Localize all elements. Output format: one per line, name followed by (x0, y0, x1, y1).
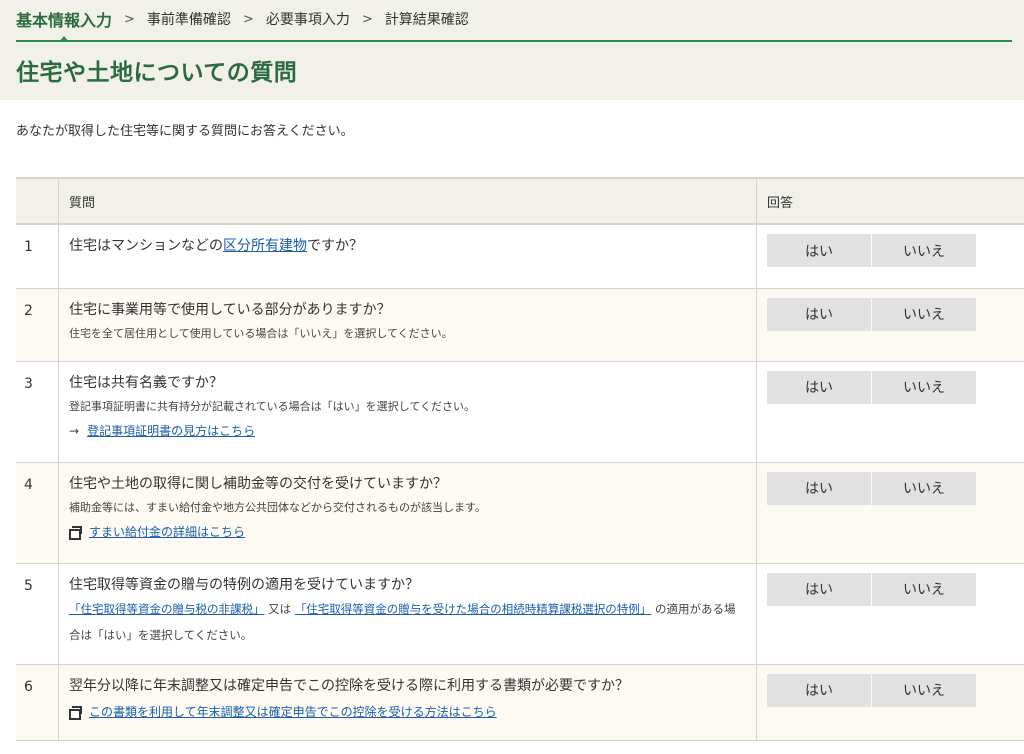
question-text: 翌年分以降に年末調整又は確定申告でこの控除を受ける際に利用する書類が必要ですか？ (69, 677, 629, 694)
question-row-1: 1 住宅はマンションなどの区分所有建物ですか？ はい いいえ (16, 223, 1024, 289)
question-cell: 住宅はマンションなどの区分所有建物ですか？ (58, 223, 757, 289)
question-text: 住宅はマンションなどの区分所有建物ですか？ (69, 238, 363, 254)
answer-cell: はい いいえ (756, 461, 1024, 564)
question-cell: 住宅に事業用等で使用している部分がありますか？ 住宅を全て居住用として使用してい… (58, 287, 757, 362)
question-cell: 住宅や土地の取得に関し補助金等の交付を受けていますか？ 補助金等には、すまい給付… (58, 461, 757, 564)
answer-cell: はい いいえ (756, 360, 1024, 463)
table-header-row: 質問 回答 (16, 177, 1024, 225)
certificate-guide-link[interactable]: 登記事項証明書の見方はこちら (87, 422, 255, 440)
year-end-adjustment-link[interactable]: この書類を利用して年末調整又は確定申告でこの控除を受ける方法はこちら (89, 703, 497, 721)
header-divider (16, 40, 1012, 42)
help-link-line: すまい給付金の詳細はこちら (69, 523, 746, 541)
answer-cell: はい いいえ (756, 223, 1024, 289)
question-text: 住宅は共有名義ですか？ (69, 374, 223, 391)
no-button[interactable]: いいえ (872, 673, 976, 707)
step-result: 計算結果確認 (384, 12, 469, 28)
question-note: 補助金等には、すまい給付金や地方公共団体などから交付されるものが該当します。 (69, 500, 486, 514)
answer-cell: はい いいえ (756, 287, 1024, 362)
chevron-right-icon: > (242, 11, 254, 27)
question-text: 住宅や土地の取得に関し補助金等の交付を受けていますか？ (69, 475, 447, 492)
help-link-line: この書類を利用して年末調整又は確定申告でこの控除を受ける方法はこちら (69, 703, 746, 721)
row-number: 1 (16, 223, 59, 289)
row-number: 4 (16, 461, 59, 564)
answer-cell: はい いいえ (756, 663, 1024, 741)
condominium-link[interactable]: 区分所有建物 (223, 238, 307, 254)
header-question: 質問 (58, 177, 757, 225)
gift-tax-exemption-link[interactable]: 「住宅取得等資金の贈与税の非課税」 (69, 602, 265, 616)
yes-button[interactable]: はい (767, 297, 871, 331)
row-number: 2 (16, 287, 59, 362)
question-table: 質問 回答 1 住宅はマンションなどの区分所有建物ですか？ はい いいえ 2 住… (16, 177, 1024, 741)
yes-button[interactable]: はい (767, 471, 871, 505)
page-header: 基本情報入力 > 事前準備確認 > 必要事項入力 > 計算結果確認 住宅や土地に… (0, 0, 1024, 100)
yes-button[interactable]: はい (767, 572, 871, 606)
intro-text: あなたが取得した住宅等に関する質問にお答えください。 (16, 124, 354, 139)
no-button[interactable]: いいえ (872, 572, 976, 606)
question-row-2: 2 住宅に事業用等で使用している部分がありますか？ 住宅を全て居住用として使用し… (16, 287, 1024, 362)
no-button[interactable]: いいえ (872, 370, 976, 404)
step-required-input: 必要事項入力 (265, 12, 350, 28)
chevron-right-icon: > (124, 11, 135, 27)
row-number: 5 (16, 562, 59, 665)
yes-button[interactable]: はい (767, 234, 871, 267)
external-window-icon (69, 705, 82, 720)
chevron-right-icon: > (361, 11, 373, 27)
question-row-3: 3 住宅は共有名義ですか？ 登記事項証明書に共有持分が記載されている場合は「はい… (16, 360, 1024, 463)
question-row-4: 4 住宅や土地の取得に関し補助金等の交付を受けていますか？ 補助金等には、すまい… (16, 461, 1024, 564)
page-title: 住宅や土地についての質問 (16, 60, 298, 86)
header-answer: 回答 (756, 177, 1024, 225)
subsidy-detail-link[interactable]: すまい給付金の詳細はこちら (89, 523, 245, 541)
question-cell: 翌年分以降に年末調整又は確定申告でこの控除を受ける際に利用する書類が必要ですか？… (58, 663, 757, 741)
question-note: 「住宅取得等資金の贈与税の非課税」 又は 「住宅取得等資金の贈与を受けた場合の相… (69, 601, 736, 642)
question-cell: 住宅は共有名義ですか？ 登記事項証明書に共有持分が記載されている場合は「はい」を… (58, 360, 757, 463)
step-preparation: 事前準備確認 (146, 12, 231, 28)
question-note: 住宅を全て居住用として使用している場合は「いいえ」を選択してください。 (69, 326, 453, 340)
external-window-icon (69, 525, 82, 540)
yes-button[interactable]: はい (767, 370, 871, 404)
step-breadcrumb: 基本情報入力 > 事前準備確認 > 必要事項入力 > 計算結果確認 (16, 7, 469, 42)
settlement-tax-special-link[interactable]: 「住宅取得等資金の贈与を受けた場合の相続時精算課税選択の特例」 (295, 602, 652, 616)
help-link-line: → 登記事項証明書の見方はこちら (69, 422, 746, 440)
question-cell: 住宅取得等資金の贈与の特例の適用を受けていますか？ 「住宅取得等資金の贈与税の非… (58, 562, 757, 665)
no-button[interactable]: いいえ (872, 471, 976, 505)
arrow-right-icon: → (69, 423, 80, 438)
question-row-5: 5 住宅取得等資金の贈与の特例の適用を受けていますか？ 「住宅取得等資金の贈与税… (16, 562, 1024, 665)
row-number: 6 (16, 663, 59, 741)
row-number: 3 (16, 360, 59, 463)
question-row-6: 6 翌年分以降に年末調整又は確定申告でこの控除を受ける際に利用する書類が必要です… (16, 663, 1024, 741)
step-basic-info: 基本情報入力 (16, 7, 112, 42)
answer-cell: はい いいえ (756, 562, 1024, 665)
no-button[interactable]: いいえ (872, 234, 976, 267)
question-note: 登記事項証明書に共有持分が記載されている場合は「はい」を選択してください。 (69, 399, 476, 413)
question-text: 住宅取得等資金の贈与の特例の適用を受けていますか？ (69, 576, 419, 593)
header-number (16, 177, 59, 225)
no-button[interactable]: いいえ (872, 297, 976, 331)
question-text: 住宅に事業用等で使用している部分がありますか？ (69, 301, 391, 318)
yes-button[interactable]: はい (767, 673, 871, 707)
